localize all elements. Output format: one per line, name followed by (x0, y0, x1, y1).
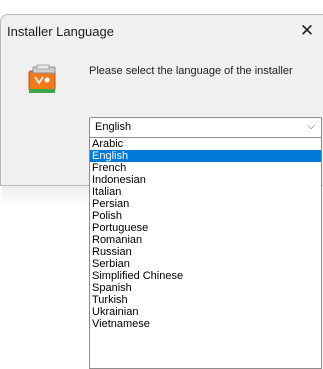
language-select[interactable]: English ⌵ (89, 117, 322, 138)
language-prompt: Please select the language of the instal… (89, 65, 293, 77)
language-option[interactable]: Portuguese (90, 222, 321, 234)
close-icon[interactable]: ✕ (294, 19, 320, 43)
chevron-down-icon[interactable]: ⌵ (307, 121, 315, 132)
language-option[interactable]: Ukrainian (90, 306, 321, 318)
language-dropdown-list[interactable]: Arabic English French Indonesian Italian Pers… (89, 137, 322, 369)
language-option[interactable]: Serbian (90, 258, 321, 270)
language-option[interactable]: English (90, 150, 321, 162)
dialog-title: Installer Language (7, 24, 114, 39)
language-option[interactable]: Simplified Chinese (90, 270, 321, 282)
language-option[interactable]: Indonesian (90, 174, 321, 186)
language-option[interactable]: Romanian (90, 234, 321, 246)
language-option[interactable]: Russian (90, 246, 321, 258)
language-option[interactable]: Vietnamese (90, 318, 321, 330)
language-option[interactable]: Italian (90, 186, 321, 198)
title-bar[interactable]: Installer Language ✕ (1, 15, 323, 48)
language-option[interactable]: Persian (90, 198, 321, 210)
language-option[interactable]: Arabic (90, 138, 321, 150)
language-option[interactable]: Spanish (90, 282, 321, 294)
language-select-value: English (95, 121, 132, 133)
language-option[interactable]: French (90, 162, 321, 174)
installer-app-icon (28, 64, 56, 93)
language-option[interactable]: Polish (90, 210, 321, 222)
language-option[interactable]: Turkish (90, 294, 321, 306)
